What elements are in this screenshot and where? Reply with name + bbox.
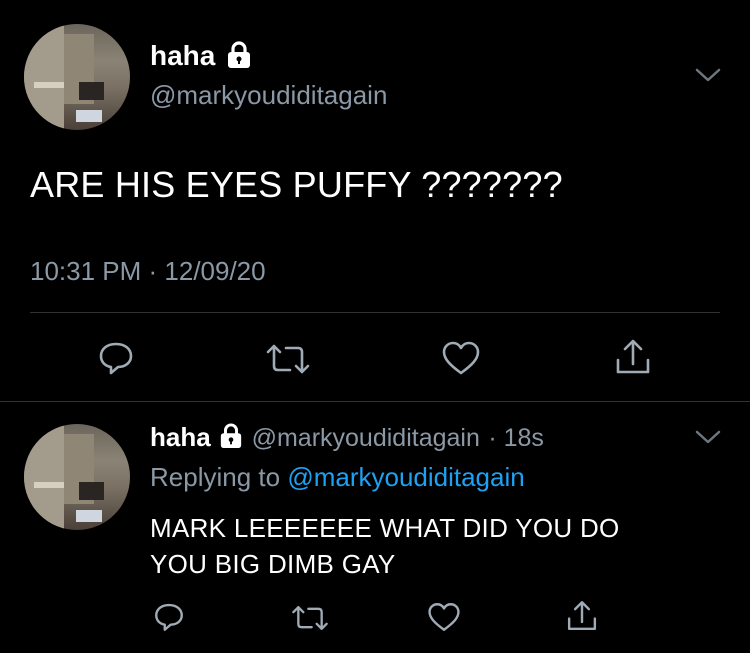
handle[interactable]: @markyoudiditagain bbox=[150, 80, 387, 111]
reply-text-line-2: YOU BIG DIMB GAY bbox=[150, 549, 396, 579]
chevron-down-icon[interactable] bbox=[694, 66, 722, 89]
divider bbox=[0, 401, 750, 402]
avatar[interactable] bbox=[24, 424, 130, 530]
retweet-icon[interactable] bbox=[290, 602, 330, 639]
author-row: haha @markyoudiditagain · 18s bbox=[150, 422, 544, 454]
like-icon[interactable] bbox=[440, 338, 482, 383]
author-row: haha bbox=[150, 40, 252, 74]
replying-label: Replying to bbox=[150, 462, 281, 492]
replying-to: Replying to @markyoudiditagain bbox=[150, 462, 525, 493]
lock-icon bbox=[226, 41, 252, 74]
tweet-text: ARE HIS EYES PUFFY ??????? bbox=[30, 164, 563, 205]
chevron-down-icon[interactable] bbox=[694, 428, 722, 451]
display-name[interactable]: haha bbox=[150, 422, 211, 452]
lock-icon bbox=[219, 423, 243, 454]
timestamp[interactable]: 10:31 PM · 12/09/20 bbox=[30, 256, 266, 287]
share-icon[interactable] bbox=[564, 598, 600, 639]
reply-icon[interactable] bbox=[96, 338, 136, 383]
like-icon[interactable] bbox=[426, 600, 462, 639]
avatar[interactable] bbox=[24, 24, 130, 130]
display-name[interactable]: haha bbox=[150, 40, 215, 71]
reply-text-line-1: MARK LEEEEEEE WHAT DID YOU DO bbox=[150, 513, 620, 543]
handle[interactable]: @markyoudiditagain bbox=[252, 424, 480, 452]
share-icon[interactable] bbox=[612, 336, 654, 383]
relative-time[interactable]: · 18s bbox=[488, 424, 544, 452]
retweet-icon[interactable] bbox=[264, 340, 312, 383]
divider bbox=[30, 312, 720, 313]
replying-handle-link[interactable]: @markyoudiditagain bbox=[287, 462, 524, 492]
reply-icon[interactable] bbox=[152, 600, 186, 639]
